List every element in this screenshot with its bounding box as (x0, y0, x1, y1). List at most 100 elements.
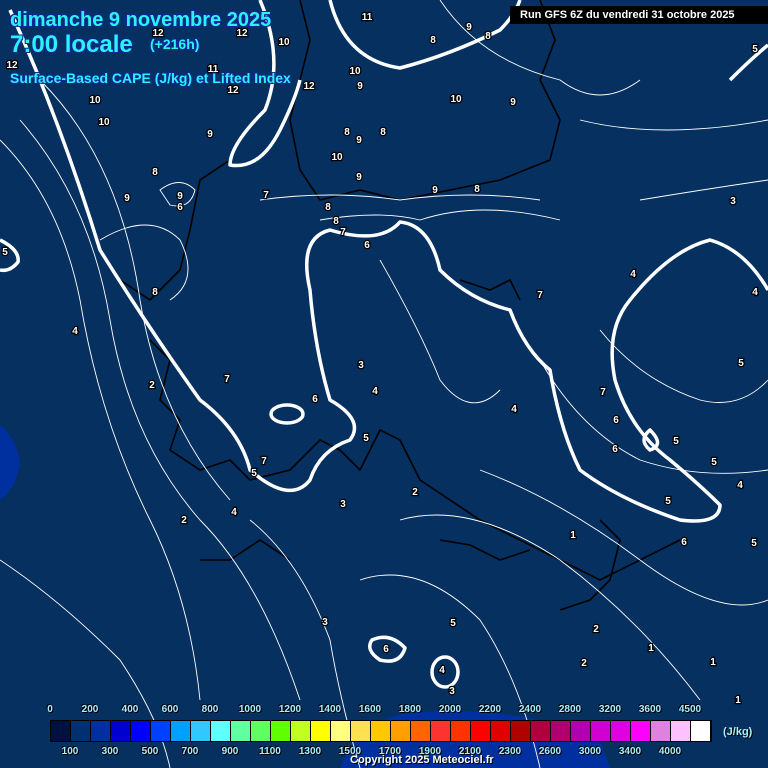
contour-label: 2 (581, 658, 587, 669)
colorbar-top-label: 2800 (558, 704, 582, 715)
colorbar-bottom-label: 2300 (498, 746, 522, 757)
colorbar-swatch (191, 721, 211, 741)
contour-label: 5 (673, 436, 679, 447)
contour-label: 8 (485, 31, 491, 42)
contour-label: 3 (322, 617, 328, 628)
colorbar-swatch (451, 721, 471, 741)
copyright: Copyright 2025 Meteociel.fr (350, 754, 494, 766)
colorbar-swatch (211, 721, 231, 741)
colorbar-top-label: 2200 (478, 704, 502, 715)
colorbar-swatch (271, 721, 291, 741)
contour-label: 2 (149, 380, 155, 391)
contour-label: 5 (450, 618, 456, 629)
contour-label: 4 (511, 404, 517, 415)
contour-label: 5 (251, 468, 257, 479)
colorbar-swatch (51, 721, 71, 741)
colorbar-bottom-label: 100 (61, 746, 79, 757)
contour-label: 10 (349, 66, 361, 77)
contour-label: 9 (356, 135, 362, 146)
colorbar-bottom-label: 700 (181, 746, 199, 757)
colorbar-top-label: 800 (201, 704, 219, 715)
colorbar-swatch (411, 721, 431, 741)
colorbar-top-label: 3600 (638, 704, 662, 715)
colorbar-swatch (251, 721, 271, 741)
colorbar-top-label: 3200 (598, 704, 622, 715)
contour-label: 10 (98, 117, 110, 128)
contour-label: 10 (331, 152, 343, 163)
contour-label: 4 (72, 326, 78, 337)
contour-label: 3 (730, 196, 736, 207)
colorbar-bottom-label: 1300 (298, 746, 322, 757)
colorbar-swatch (471, 721, 491, 741)
contour-label: 12 (227, 85, 239, 96)
colorbar-bottom-label: 3000 (578, 746, 602, 757)
contour-label: 9 (177, 191, 183, 202)
forecast-lead: (+216h) (150, 36, 200, 52)
contour-label: 9 (356, 172, 362, 183)
contour-label: 9 (432, 185, 438, 196)
contour-label: 1 (735, 695, 741, 706)
contour-label: 10 (89, 95, 101, 106)
contour-label: 2 (412, 487, 418, 498)
contour-label: 4 (439, 665, 445, 676)
colorbar-swatch (531, 721, 551, 741)
colorbar-bottom-label: 300 (101, 746, 119, 757)
contour-label: 8 (325, 202, 331, 213)
contour-label: 4 (737, 480, 743, 491)
colorbar-swatch (611, 721, 631, 741)
contour-label: 6 (312, 394, 318, 405)
forecast-date: dimanche 9 novembre 2025 (10, 9, 272, 31)
colorbar-swatch (71, 721, 91, 741)
contour-label: 5 (751, 538, 757, 549)
colorbar-swatch (151, 721, 171, 741)
colorbar-swatch (371, 721, 391, 741)
colorbar-swatch (591, 721, 611, 741)
colorbar-bottom-label: 500 (141, 746, 159, 757)
colorbar-swatch (111, 721, 131, 741)
contour-label: 6 (383, 644, 389, 655)
contour-label: 10 (278, 37, 290, 48)
contour-label: 7 (600, 387, 606, 398)
contour-label: 9 (510, 97, 516, 108)
contour-label: 8 (152, 287, 158, 298)
colorbar-top-label: 1800 (398, 704, 422, 715)
contour-label: 5 (738, 358, 744, 369)
contour-label: 5 (363, 433, 369, 444)
contour-label: 5 (752, 44, 758, 55)
contour-label: 1 (710, 657, 716, 668)
contour-label: 7 (263, 190, 269, 201)
contour-label: 8 (380, 127, 386, 138)
colorbar-top-label: 200 (81, 704, 99, 715)
colorbar-top-label: 0 (47, 704, 53, 715)
colorbar-swatch (571, 721, 591, 741)
contour-label: 7 (224, 374, 230, 385)
colorbar-swatch (231, 721, 251, 741)
contour-label: 9 (207, 129, 213, 140)
contour-label: 9 (124, 193, 130, 204)
colorbar-swatch (491, 721, 511, 741)
contour-label: 9 (357, 81, 363, 92)
colorbar-bottom-label: 3400 (618, 746, 642, 757)
colorbar-swatch (511, 721, 531, 741)
contour-label: 11 (362, 12, 373, 23)
contour-label: 6 (613, 415, 619, 426)
product-title: Surface-Based CAPE (J/kg) et Lifted Inde… (10, 70, 291, 86)
colorbar-top-label: 2400 (518, 704, 542, 715)
contour-label: 7 (261, 456, 267, 467)
colorbar-bottom-label: 4000 (658, 746, 682, 757)
colorbar-top-label: 1400 (318, 704, 342, 715)
colorbar-swatch (291, 721, 311, 741)
contour-labels: 1112101112 1210988109101298981099 89 967887… (1, 11, 760, 708)
contour-label: 5 (711, 457, 717, 468)
contour-label: 10 (450, 94, 462, 105)
map-canvas: 1112101112 1210988109101298981099 89 967887… (0, 0, 768, 768)
coastlines (119, 0, 681, 611)
contour-label: 6 (364, 240, 370, 251)
colorbar-bottom-label: 2600 (538, 746, 562, 757)
cape-area-west (0, 425, 20, 500)
colorbar-swatch (631, 721, 651, 741)
contour-label: 3 (449, 686, 455, 697)
thick-isolines (0, 0, 768, 689)
contour-label: 7 (340, 227, 346, 238)
contour-label: 3 (358, 360, 364, 371)
